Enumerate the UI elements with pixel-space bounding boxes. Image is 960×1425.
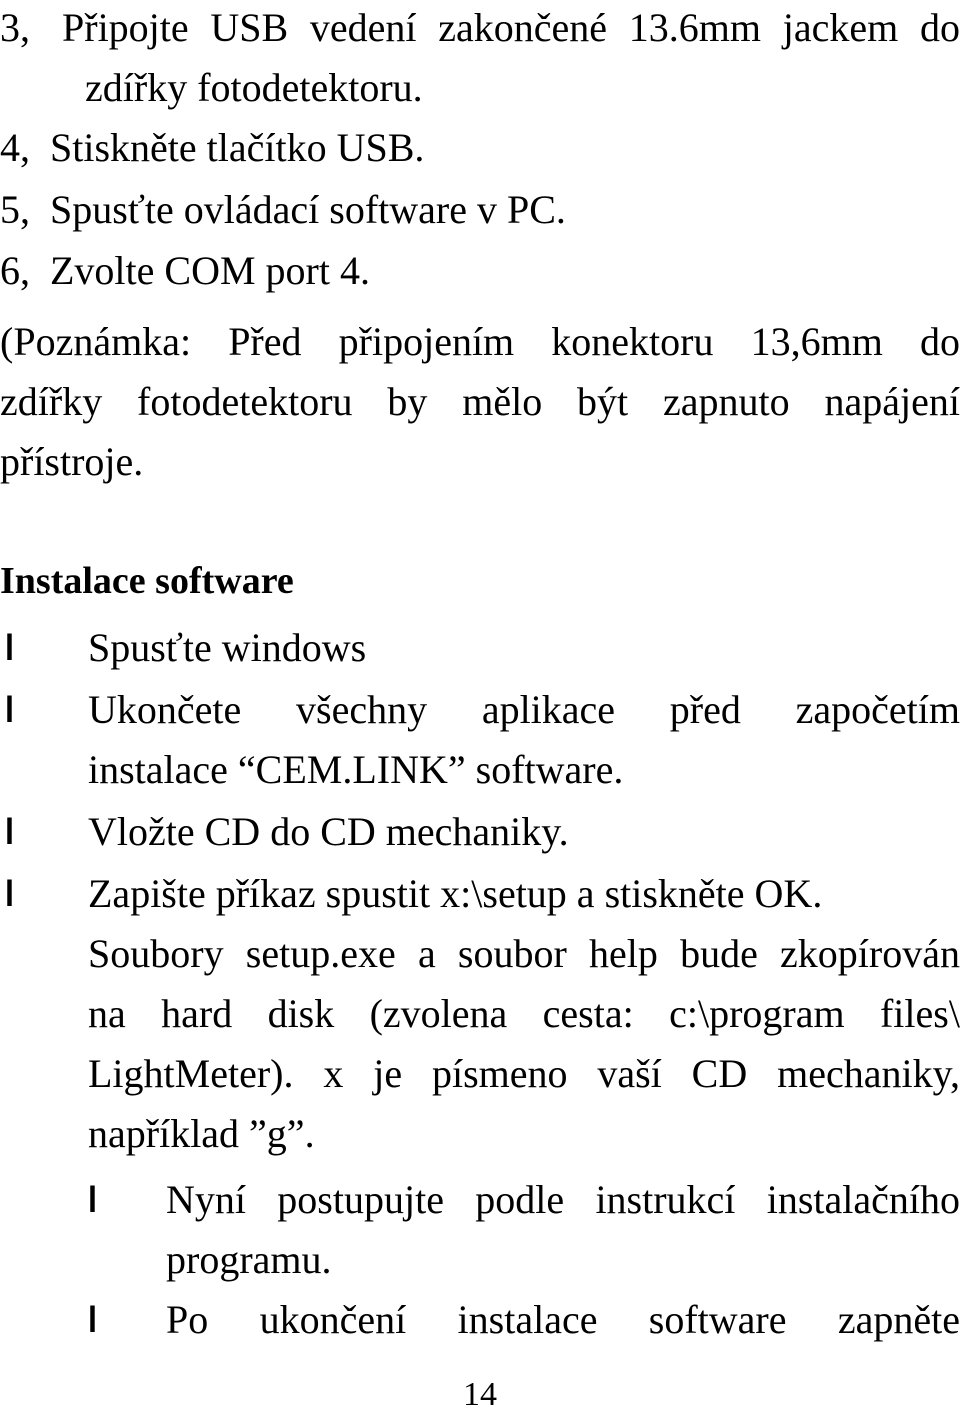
word: připojením [338,319,515,364]
word: help [589,931,658,976]
word: soubor [457,931,567,976]
note-line-1: (Poznámka: Před připojením konektoru 13,… [0,322,960,362]
word: x [323,1051,344,1096]
word: Nyní [166,1177,246,1222]
bullet-po-ukonceni-line-1: Po ukončení instalace software zapněte [166,1300,960,1340]
word: podle [475,1177,565,1222]
word: zkopírován [780,931,960,976]
bullet-zapiste-prikaz-line-2: Soubory setup.exe a soubor help bude zko… [88,934,960,974]
word: Ukončete [88,687,242,732]
word: CD [691,1051,748,1096]
word: files\ [879,991,960,1036]
note-line-2: zdířky fotodetektoru by mělo být zapnuto… [0,382,960,422]
word: do [919,319,960,364]
bullet-marker-icon: l [88,1299,98,1340]
word: zapnuto [663,379,790,424]
bullet-marker-icon: l [88,1179,98,1220]
word: mělo [462,379,543,424]
word: postupujte [277,1177,444,1222]
word: instalačního [766,1177,960,1222]
step-5-text: Spusťte ovládací software v PC. [50,187,566,232]
step-4-text: Stiskněte tlačítko USB. [50,125,425,170]
word: před [669,687,741,732]
word: být [577,379,629,424]
word: cesta: [542,991,634,1036]
word: 13,6mm [750,319,883,364]
word: a [417,931,436,976]
word: software [648,1297,787,1342]
word: hard [161,991,233,1036]
word: (Poznámka: [0,319,192,364]
word: ukončení [259,1297,407,1342]
bullet-spustte-windows-line-1: Spusťte windows [88,625,367,670]
bullet-marker-icon: l [5,689,15,730]
bullet-zapiste-prikaz-line-3: na hard disk (zvolena cesta: c:\program … [88,994,960,1034]
bullet-marker-icon: l [5,811,15,852]
word: instrukcí [595,1177,736,1222]
word: mechaniky, [777,1051,960,1096]
word: na [88,991,126,1036]
word: všechny [296,687,428,732]
word: aplikace [481,687,616,732]
step-3-line-1: Připojte USB vedení zakončené 13.6mm jac… [62,8,960,48]
word: fotodetektoru [137,379,353,424]
word: LightMeter). [88,1051,294,1096]
step-6-text: Zvolte COM port 4. [50,248,370,293]
word: Před [228,319,302,364]
bullet-zapiste-prikaz-line-4: LightMeter). x je písmeno vaší CD mechan… [88,1054,960,1094]
word: započetím [795,687,960,732]
bullet-ukoncete-aplikace-line-2: instalace “CEM.LINK” software. [88,747,624,792]
word: setup.exe [245,931,396,976]
word: vedení [309,5,417,50]
word: je [373,1051,403,1096]
bullet-marker-icon: l [5,873,15,914]
bullet-vlozte-cd-line-1: Vložte CD do CD mechaniky. [88,809,569,854]
step-5-marker: 5, [0,187,30,232]
word: instalace [457,1297,598,1342]
word: konektoru [551,319,714,364]
word: vaší [597,1051,662,1096]
bullet-nyni-postupujte-line-2: programu. [166,1237,332,1282]
word: Soubory [88,931,224,976]
word: Po [166,1297,209,1342]
step-4-marker: 4, [0,125,30,170]
section-heading: Instalace software [0,560,294,602]
step-3-line-2: zdířky fotodetektoru. [85,65,423,110]
word: c:\program [669,991,845,1036]
bullet-nyni-postupujte-line-1: Nyní postupujte podle instrukcí instalač… [166,1180,960,1220]
bullet-zapiste-prikaz-line-5: například ”g”. [88,1111,315,1156]
word: 13.6mm [628,5,761,50]
word: disk [267,991,335,1036]
word: jackem [782,5,899,50]
word: zdířky [0,379,103,424]
step-6-marker: 6, [0,248,30,293]
word: zakončené [438,5,608,50]
bullet-marker-icon: l [5,627,15,668]
word: zapněte [837,1297,960,1342]
note-line-3: přístroje. [0,439,144,484]
word: písmeno [431,1051,568,1096]
word: do [919,5,960,50]
page-number: 14 [463,1376,497,1413]
bullet-zapiste-prikaz-line-1: Zapište příkaz spustit x:\setup a stiskn… [88,871,823,916]
word: bude [680,931,758,976]
word: Připojte [62,5,189,50]
word: (zvolena [369,991,508,1036]
document-page: 3, Připojte USB vedení zakončené 13.6mm … [0,0,960,1425]
word: napájení [824,379,960,424]
step-3-marker: 3, [0,5,30,50]
word: by [387,379,428,424]
bullet-ukoncete-aplikace-line-1: Ukončete všechny aplikace před započetím [88,690,960,730]
word: USB [210,5,289,50]
